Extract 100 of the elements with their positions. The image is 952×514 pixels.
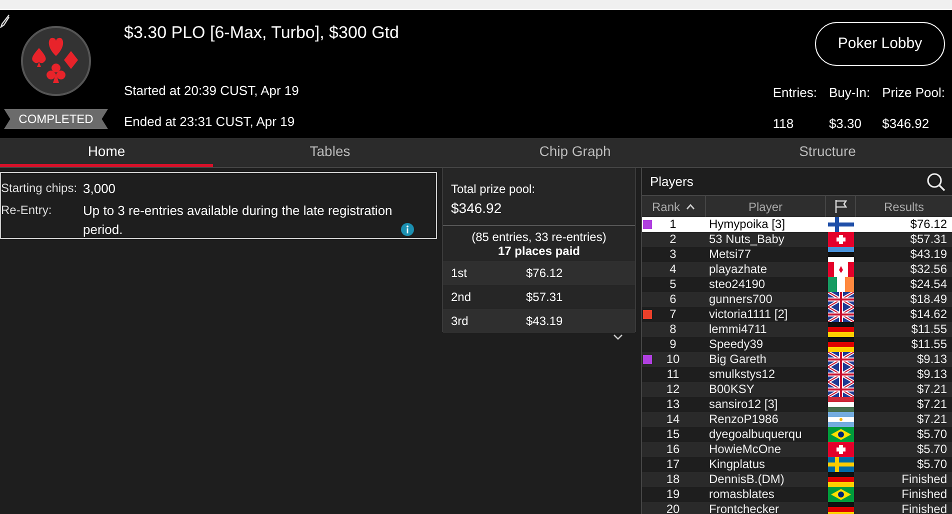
rank-cell-text: 10 bbox=[665, 352, 681, 367]
player-row[interactable]: 8 lemmi4711 $11.55 bbox=[642, 322, 952, 337]
flag-icon[interactable] bbox=[834, 199, 848, 214]
rank-cell-text: 12 bbox=[665, 382, 681, 397]
rank-cell-text: 13 bbox=[665, 397, 681, 412]
info-label: Re-Entry: bbox=[1, 202, 53, 219]
result-cell-text: $32.56 bbox=[909, 262, 948, 277]
flag-icon bbox=[828, 322, 854, 337]
prize-pool-label: Total prize pool: bbox=[451, 181, 536, 198]
pen-icon bbox=[0, 14, 10, 28]
player-row[interactable]: 20 Frontchecker Finished bbox=[642, 502, 952, 514]
result-cell-text: $9.13 bbox=[916, 352, 948, 367]
flag-icon bbox=[828, 487, 854, 502]
stat-value: $3.30 bbox=[828, 114, 862, 132]
result-cell-text: $11.55 bbox=[910, 337, 948, 352]
result-cell-text: $76.12 bbox=[909, 217, 948, 232]
flag-icon bbox=[828, 292, 854, 307]
rank-cell-text: 11 bbox=[666, 367, 680, 382]
player-row[interactable]: 2 53 Nuts_Baby $57.31 bbox=[642, 232, 952, 247]
player-name: playazhate bbox=[708, 262, 768, 277]
result-cell-text: $9.13 bbox=[916, 367, 948, 382]
status-ribbon: COMPLETED bbox=[4, 109, 108, 129]
place-label: 1st bbox=[451, 265, 468, 282]
player-name: dyegoalbuquerqu bbox=[708, 427, 803, 442]
card-suits-logo bbox=[20, 25, 92, 97]
flag-icon bbox=[828, 457, 854, 472]
result-cell-text: Finished bbox=[900, 487, 948, 502]
rank-cell-text: 20 bbox=[665, 502, 681, 514]
result-cell-text: $14.62 bbox=[909, 307, 948, 322]
entries-summary: (85 entries, 33 re-entries) bbox=[470, 229, 608, 244]
chevron-down-icon[interactable] bbox=[613, 334, 623, 340]
result-cell-text: $5.70 bbox=[916, 427, 948, 442]
player-row[interactable]: 6 gunners700 $18.49 bbox=[642, 292, 952, 307]
info-label: Starting chips: bbox=[1, 180, 78, 197]
prize-pool-total: $346.92 bbox=[451, 199, 503, 218]
search-icon[interactable] bbox=[926, 172, 946, 192]
tab[interactable]: Structure bbox=[703, 138, 952, 167]
stat-value: 118 bbox=[772, 114, 795, 132]
place-amount: $43.19 bbox=[526, 313, 563, 330]
result-cell-text: $7.21 bbox=[916, 412, 948, 427]
player-row[interactable]: 12 B00KSY $7.21 bbox=[642, 382, 952, 397]
sort-ascending-icon bbox=[686, 204, 695, 210]
flag-icon bbox=[828, 442, 854, 457]
player-row[interactable]: 10 Big Gareth $9.13 bbox=[642, 352, 952, 367]
player-name: gunners700 bbox=[708, 292, 774, 307]
result-cell-text: $5.70 bbox=[916, 442, 948, 457]
flag-icon bbox=[828, 427, 854, 442]
rank-cell-text: 5 bbox=[668, 277, 678, 292]
player-name: Frontchecker bbox=[708, 502, 780, 514]
player-row[interactable]: 1 Hymypoika [3] $76.12 bbox=[642, 217, 952, 232]
start-time: Started at 20:39 CUST, Apr 19 bbox=[124, 82, 300, 100]
stat-value: $346.92 bbox=[882, 114, 930, 132]
player-name: victoria1111 [2] bbox=[708, 307, 789, 322]
places-paid: 17 places paid bbox=[496, 244, 582, 260]
info-value: Up to 3 re-entries available during the late registration period. bbox=[83, 202, 394, 239]
player-row[interactable]: 16 HowieMcOne $5.70 bbox=[642, 442, 952, 457]
rank-cell-text: 3 bbox=[668, 247, 678, 262]
result-cell-text: Finished bbox=[900, 472, 948, 487]
flag-icon bbox=[828, 247, 854, 262]
flag-icon bbox=[828, 502, 854, 514]
player-name: B00KSY bbox=[708, 382, 756, 397]
flag-icon bbox=[828, 412, 854, 427]
rank-cell-text: 4 bbox=[668, 262, 678, 277]
player-name: lemmi4711 bbox=[708, 322, 768, 337]
player-name: Kingplatus bbox=[708, 457, 766, 472]
info-icon[interactable] bbox=[401, 223, 414, 236]
player-name: 53 Nuts_Baby bbox=[708, 232, 786, 247]
player-row[interactable]: 18 DennisB.(DM) Finished bbox=[642, 472, 952, 487]
tab[interactable]: Tables bbox=[213, 138, 447, 167]
flag-icon bbox=[828, 337, 854, 352]
result-cell-text: $24.54 bbox=[909, 277, 948, 292]
player-name: Big Gareth bbox=[708, 352, 768, 367]
result-cell-text: Finished bbox=[900, 502, 948, 514]
result-cell-text: $7.21 bbox=[916, 382, 948, 397]
rank-cell-text: 19 bbox=[665, 487, 681, 502]
place-amount: $76.12 bbox=[526, 265, 563, 282]
rank-cell-text: 14 bbox=[665, 412, 681, 427]
flag-icon bbox=[828, 262, 854, 277]
player-name: steo24190 bbox=[708, 277, 766, 292]
place-label: 3rd bbox=[451, 313, 470, 330]
flag-icon bbox=[828, 397, 854, 412]
results-column-header[interactable]: Results bbox=[856, 196, 952, 217]
end-time: Ended at 23:31 CUST, Apr 19 bbox=[124, 112, 296, 131]
rank-cell-text: 2 bbox=[668, 232, 678, 247]
player-row[interactable]: 4 playazhate $32.56 bbox=[642, 262, 952, 277]
flag-icon bbox=[828, 382, 854, 397]
tab[interactable]: Chip Graph bbox=[447, 138, 703, 167]
info-value: 3,000 bbox=[83, 180, 117, 198]
player-row[interactable]: 14 RenzoP1986 $7.21 bbox=[642, 412, 952, 427]
flag-icon bbox=[828, 367, 854, 382]
rank-cell-text: 15 bbox=[665, 427, 681, 442]
flag-icon bbox=[828, 277, 854, 292]
player-name: sansiro12 [3] bbox=[708, 397, 779, 412]
result-cell-text: $43.19 bbox=[909, 247, 948, 262]
poker-lobby-button[interactable]: Poker Lobby bbox=[815, 22, 945, 66]
rank-cell-text: 16 bbox=[665, 442, 681, 457]
flag-icon bbox=[828, 352, 854, 367]
tab[interactable]: Home bbox=[0, 138, 213, 167]
flag-icon bbox=[828, 232, 854, 247]
rank-cell-text: 6 bbox=[668, 292, 678, 307]
